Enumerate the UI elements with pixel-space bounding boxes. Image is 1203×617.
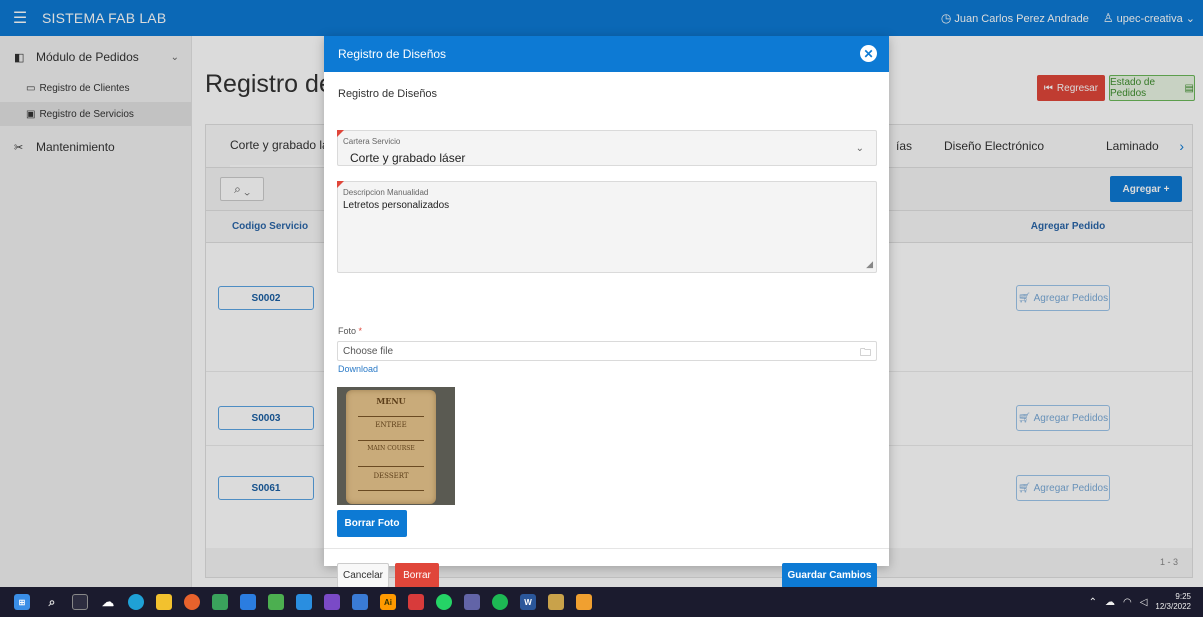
foto-label-text: Foto	[338, 326, 357, 336]
edge-icon[interactable]	[128, 594, 144, 610]
resize-handle-icon[interactable]: ◢	[866, 259, 873, 270]
app-icon[interactable]	[212, 594, 228, 610]
photo-main-course-text: MAIN COURSE	[367, 445, 415, 452]
firefox-icon[interactable]	[184, 594, 200, 610]
clock-date: 12/3/2022	[1155, 602, 1191, 611]
windows-start-icon[interactable]: ⊞	[14, 594, 30, 610]
photo-entree-text: ENTREE	[375, 421, 407, 429]
cancel-button[interactable]: Cancelar	[337, 563, 389, 588]
clock-time: 9:25	[1175, 592, 1191, 601]
file-explorer-icon[interactable]	[156, 594, 172, 610]
illustrator-icon[interactable]: Ai	[380, 594, 396, 610]
app-icon[interactable]	[576, 594, 592, 610]
whatsapp-icon[interactable]	[436, 594, 452, 610]
app-icon[interactable]	[548, 594, 564, 610]
footer-divider	[324, 548, 889, 549]
vscode-icon[interactable]	[296, 594, 312, 610]
delete-button[interactable]: Borrar	[395, 563, 439, 588]
xbox-icon[interactable]	[268, 594, 284, 610]
file-browse-icon[interactable]: 🗀︎	[860, 344, 871, 363]
volume-icon[interactable]: ◁	[1140, 597, 1148, 608]
cartera-servicio-value: Corte y grabado láser	[350, 151, 466, 165]
required-star: *	[358, 326, 363, 336]
region-title: Registro de Diseños	[338, 88, 438, 100]
descripcion-label: Descripcion Manualidad	[343, 188, 429, 197]
dialog-header: Registro de Diseños ✕	[324, 36, 889, 72]
system-tray: ⌃ ☁ ◠ ◁ 9:25 12/3/2022	[1089, 587, 1191, 617]
photo-line	[358, 416, 424, 417]
photo-line	[358, 440, 424, 441]
spotify-icon[interactable]	[492, 594, 508, 610]
chevron-down-icon: ⌄	[855, 143, 864, 154]
app-icon[interactable]	[408, 594, 424, 610]
registro-disenos-dialog: Registro de Diseños ✕ Registro de Diseño…	[324, 36, 889, 588]
required-indicator	[337, 181, 344, 188]
wooden-menu-board: MENU ENTREE MAIN COURSE DESSERT	[346, 390, 436, 504]
clock[interactable]: 9:25 12/3/2022	[1155, 592, 1191, 612]
foto-preview-image: MENU ENTREE MAIN COURSE DESSERT	[337, 387, 455, 505]
chevron-up-icon[interactable]: ⌃	[1089, 597, 1097, 608]
search-icon[interactable]: ⌕	[44, 594, 60, 610]
app-icon[interactable]	[352, 594, 368, 610]
save-button[interactable]: Guardar Cambios	[782, 563, 877, 588]
cartera-servicio-select[interactable]: Cartera Servicio Corte y grabado láser ⌄	[337, 130, 877, 166]
foto-label: Foto *	[338, 326, 362, 336]
cartera-servicio-label: Cartera Servicio	[343, 137, 401, 146]
photo-menu-text: MENU	[376, 396, 406, 406]
file-placeholder: Choose file	[343, 346, 394, 357]
required-indicator	[337, 130, 344, 137]
download-link[interactable]: Download	[338, 364, 378, 374]
photo-line	[358, 466, 424, 467]
teams-icon[interactable]	[464, 594, 480, 610]
close-icon[interactable]: ✕	[860, 45, 877, 62]
windows-taskbar: ⊞ ⌕ ☁ Ai W ⌃ ☁ ◠ ◁ 9:25 12/3/2022	[0, 587, 1203, 617]
photo-dessert-text: DESSERT	[373, 472, 409, 480]
wifi-icon[interactable]: ◠	[1123, 597, 1132, 608]
visual-studio-icon[interactable]	[324, 594, 340, 610]
onedrive-icon[interactable]: ☁	[100, 594, 116, 610]
dialog-title: Registro de Diseños	[338, 47, 447, 61]
borrar-foto-button[interactable]: Borrar Foto	[337, 510, 407, 537]
photo-line	[358, 490, 424, 491]
foto-file-input[interactable]: Choose file 🗀︎	[337, 341, 877, 361]
descripcion-value: Letretos personalizados	[343, 200, 450, 211]
app-icon[interactable]	[240, 594, 256, 610]
task-view-icon[interactable]	[72, 594, 88, 610]
descripcion-manualidad-textarea[interactable]: Descripcion Manualidad Letretos personal…	[337, 181, 877, 273]
word-icon[interactable]: W	[520, 594, 536, 610]
cloud-icon[interactable]: ☁	[1105, 597, 1115, 608]
